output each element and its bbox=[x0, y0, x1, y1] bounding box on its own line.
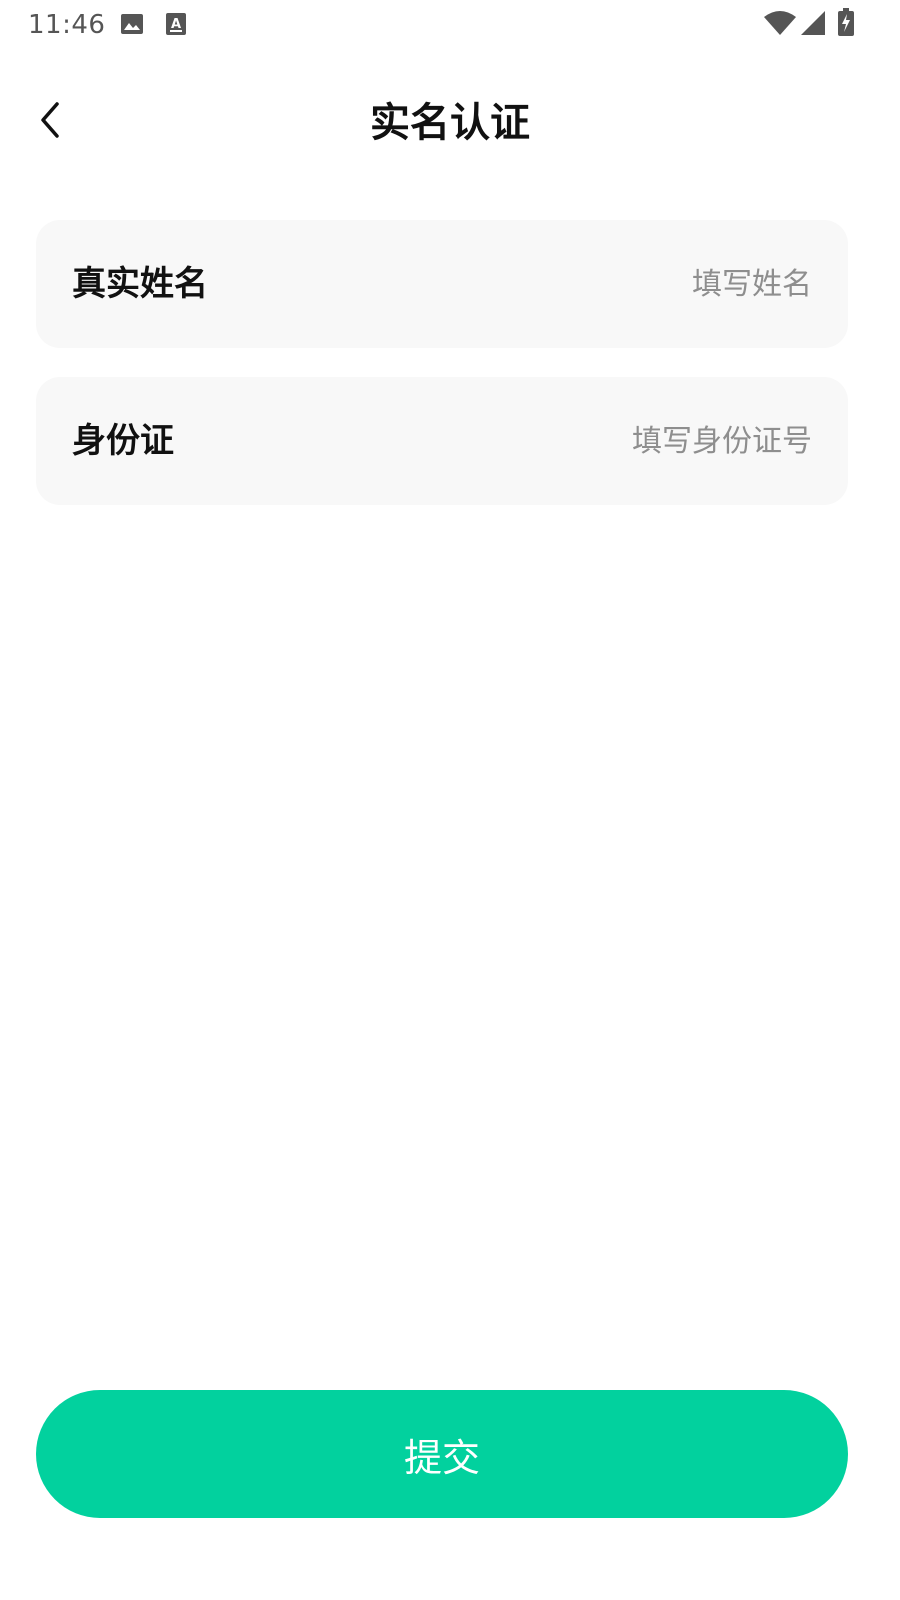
screen: 11:46 A 实名认证 真实姓名 填写姓名 身份证 填写身份证号 提交 bbox=[0, 0, 900, 1600]
font-icon: A bbox=[166, 13, 186, 35]
signal-icon bbox=[801, 11, 825, 35]
real-name-row[interactable]: 真实姓名 bbox=[36, 220, 848, 348]
header: 实名认证 bbox=[0, 80, 900, 166]
status-bar: 11:46 A bbox=[0, 0, 900, 50]
image-icon bbox=[120, 13, 144, 35]
status-time: 11:46 bbox=[28, 10, 106, 40]
real-name-input[interactable] bbox=[392, 256, 812, 312]
svg-text:A: A bbox=[171, 17, 181, 32]
id-card-label: 身份证 bbox=[72, 421, 174, 461]
real-name-label: 真实姓名 bbox=[72, 264, 208, 304]
id-card-row[interactable]: 身份证 bbox=[36, 377, 848, 505]
battery-charging-icon bbox=[838, 8, 854, 36]
id-card-input[interactable] bbox=[392, 413, 812, 469]
wifi-icon bbox=[763, 10, 797, 36]
page-title: 实名认证 bbox=[370, 100, 530, 146]
submit-button[interactable]: 提交 bbox=[36, 1390, 848, 1518]
